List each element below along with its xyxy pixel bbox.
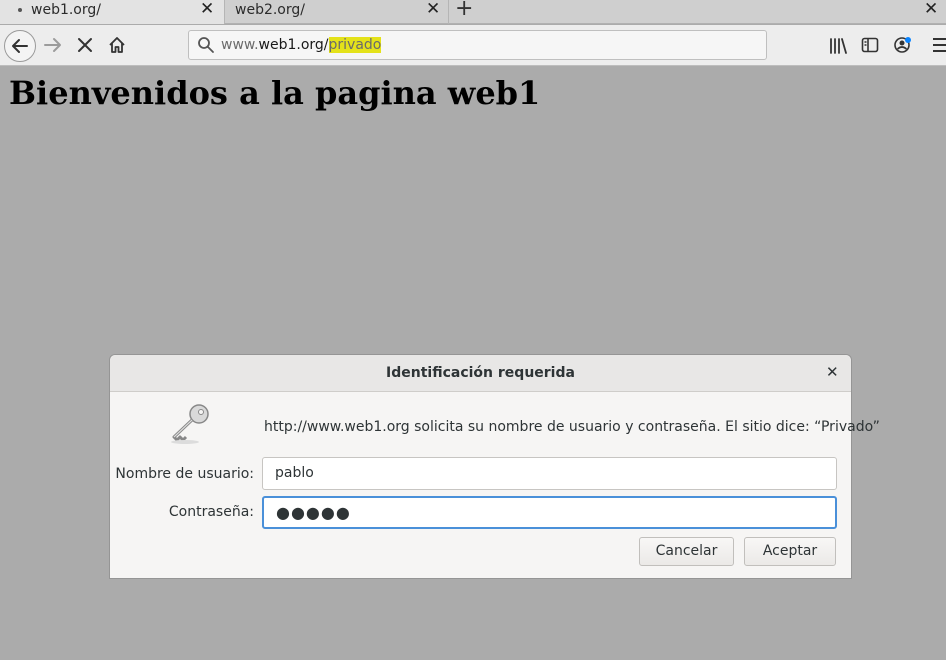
- tab-label: web2.org/: [235, 2, 305, 18]
- url-path: privado: [328, 37, 382, 53]
- back-button[interactable]: [4, 30, 36, 62]
- tab-web2[interactable]: web2.org/ ✕: [224, 0, 449, 24]
- auth-dialog: Identificación requerida ✕ http://www.we…: [109, 354, 880, 579]
- page-heading: Bienvenidos a la pagina web1: [9, 74, 541, 112]
- url-prefix: www.: [221, 37, 259, 53]
- tab-strip: web1.org/ ✕ web2.org/ ✕ + ✕: [0, 0, 946, 24]
- forward-icon[interactable]: [42, 34, 64, 56]
- accept-button[interactable]: Aceptar: [744, 537, 836, 566]
- password-field[interactable]: ●●●●●: [262, 496, 837, 529]
- navigation-toolbar: www.web1.org/privado: [0, 25, 946, 66]
- window-close-icon[interactable]: ✕: [924, 0, 938, 19]
- key-icon: [171, 404, 209, 444]
- dialog-message: http://www.web1.org solicita su nombre d…: [264, 419, 880, 435]
- dialog-header: Identificación requerida ✕: [110, 355, 851, 392]
- home-icon[interactable]: [107, 35, 127, 55]
- tab-close-icon[interactable]: ✕: [200, 0, 214, 19]
- search-icon: [198, 37, 214, 53]
- new-tab-button[interactable]: +: [455, 0, 473, 21]
- sidebar-icon[interactable]: [861, 37, 879, 54]
- library-icon[interactable]: [829, 37, 849, 55]
- url-bar[interactable]: www.web1.org/privado: [188, 30, 767, 60]
- url-host: web1.org/: [258, 37, 329, 53]
- back-icon: [12, 39, 28, 53]
- tab-label: web1.org/: [31, 2, 101, 18]
- dialog-title: Identificación requerida: [386, 365, 575, 381]
- password-label: Contraseña:: [168, 504, 254, 520]
- tab-web1[interactable]: web1.org/ ✕: [0, 0, 224, 24]
- username-field[interactable]: pablo: [262, 457, 837, 490]
- cancel-button[interactable]: Cancelar: [639, 537, 734, 566]
- dialog-close-icon[interactable]: ✕: [826, 363, 839, 381]
- stop-icon[interactable]: [76, 36, 94, 54]
- menu-icon[interactable]: [932, 37, 946, 53]
- loading-dot-icon: [18, 8, 22, 12]
- url-text[interactable]: www.web1.org/privado: [221, 37, 382, 54]
- account-icon[interactable]: [893, 35, 913, 55]
- tab-close-icon[interactable]: ✕: [426, 0, 440, 19]
- username-label: Nombre de usuario:: [115, 466, 254, 482]
